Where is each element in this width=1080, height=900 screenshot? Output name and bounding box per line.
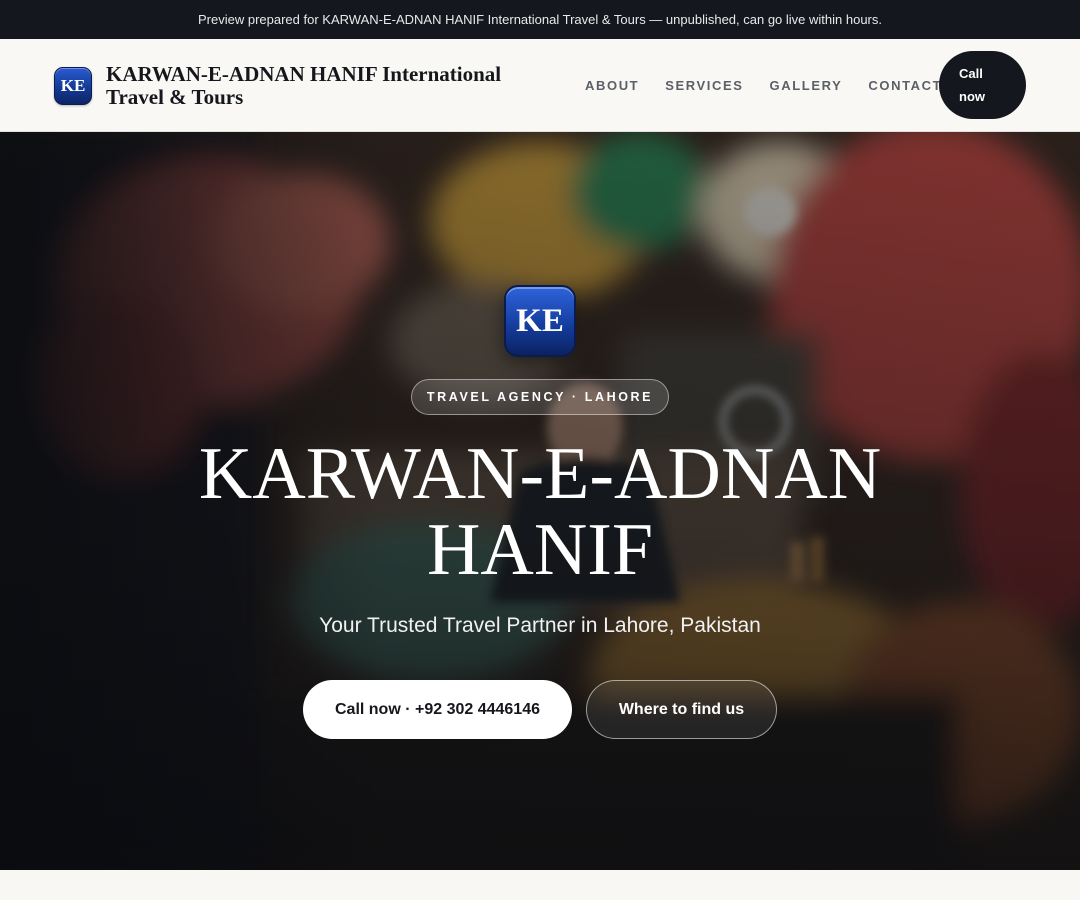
nav-link-about[interactable]: ABOUT (585, 78, 639, 93)
site-header: KE KARWAN-E-ADNAN HANIF International Tr… (0, 39, 1080, 132)
hero-call-button[interactable]: Call now · +92 302 4446146 (303, 680, 572, 739)
hero-subtitle: Your Trusted Travel Partner in Lahore, P… (319, 614, 761, 637)
nav-link-gallery[interactable]: GALLERY (770, 78, 843, 93)
hero-title: KARWAN-E-ADNAN HANIF (198, 433, 882, 591)
hero-location-button[interactable]: Where to find us (586, 680, 777, 739)
hero-logo-text: KE (516, 302, 564, 339)
nav-link-services[interactable]: SERVICES (665, 78, 743, 93)
hero-eyebrow-badge: TRAVEL AGENCY · LAHORE (411, 379, 669, 415)
hero-content: KE TRAVEL AGENCY · LAHORE KARWAN-E-ADNAN… (0, 132, 1080, 870)
nav-link-contact[interactable]: CONTACT (868, 78, 942, 93)
brand-logo-text: KE (60, 75, 86, 95)
brand-logo-icon[interactable]: KE (54, 66, 92, 105)
brand[interactable]: KE KARWAN-E-ADNAN HANIF International Tr… (54, 39, 546, 132)
next-section-edge (0, 870, 1080, 900)
hero-section: KE TRAVEL AGENCY · LAHORE KARWAN-E-ADNAN… (0, 132, 1080, 870)
brand-name[interactable]: KARWAN-E-ADNAN HANIF International Trave… (106, 62, 546, 109)
main-nav: ABOUT SERVICES GALLERY CONTACT (585, 39, 942, 132)
header-call-button[interactable]: Call now (939, 51, 1026, 119)
preview-banner: Preview prepared for KARWAN-E-ADNAN HANI… (0, 0, 1080, 39)
preview-banner-text: Preview prepared for KARWAN-E-ADNAN HANI… (198, 12, 882, 27)
hero-logo-icon: KE (504, 285, 576, 357)
